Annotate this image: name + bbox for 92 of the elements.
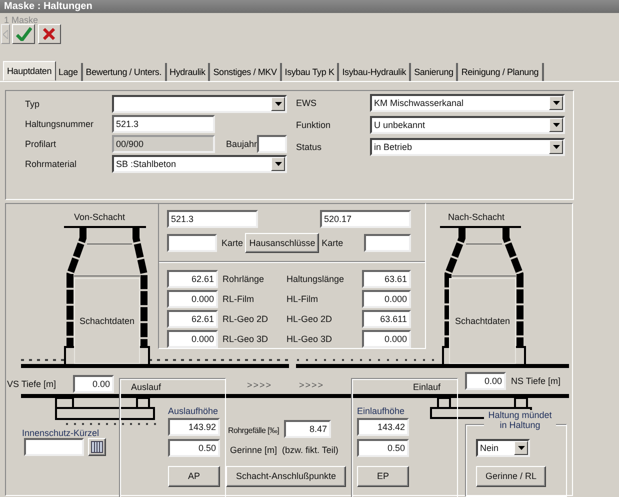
- number-field[interactable]: 0.000: [167, 330, 218, 348]
- number-field[interactable]: 143.92: [168, 418, 220, 436]
- point-button[interactable]: EP: [357, 466, 409, 487]
- grid-button[interactable]: [88, 438, 106, 456]
- checkmark-icon: [16, 27, 32, 41]
- field-label: Baujahr: [226, 138, 257, 150]
- number-field[interactable]: 0.50: [357, 439, 409, 457]
- connection-points-button[interactable]: Schacht-Anschlußpunkte: [226, 466, 346, 487]
- subtitle: 1 Maske: [3, 14, 40, 24]
- field-label: EWS: [296, 98, 318, 108]
- caret-icon: [552, 123, 560, 127]
- confirm-button[interactable]: [12, 24, 36, 44]
- field-label: Status: [296, 142, 323, 152]
- field-label: HL-Geo 2D: [286, 314, 332, 324]
- field-label: VS Tiefe [m]: [7, 379, 56, 390]
- text-field[interactable]: 521.3: [112, 115, 215, 133]
- field-label: Gerinne [m] (bzw. fikt. Teil): [230, 445, 338, 456]
- caret-icon: [552, 145, 560, 149]
- dropdown[interactable]: in Betrieb: [370, 138, 565, 156]
- field-label: Rohrlänge: [222, 274, 266, 284]
- tab[interactable]: Isybau-Hydraulik: [339, 63, 412, 81]
- number-field[interactable]: 0.000: [362, 330, 411, 348]
- tab[interactable]: Hauptdaten: [3, 61, 56, 81]
- field-label: NS Tiefe [m]: [511, 376, 561, 387]
- group-title: Einlauf: [413, 382, 441, 393]
- dropdown[interactable]: U unbekannt: [370, 116, 565, 134]
- field-label: HL-Film: [286, 294, 318, 304]
- number-field[interactable]: 0.50: [168, 439, 220, 457]
- field-label: HL-Geo 3D: [286, 334, 332, 344]
- dropdown[interactable]: Nein: [476, 439, 530, 457]
- left-arrow-icon: [3, 30, 8, 38]
- field-label: Einlaufhöhe: [357, 406, 405, 417]
- section-title: Von-Schacht: [74, 212, 126, 223]
- tab[interactable]: Reinigung / Planung: [458, 63, 544, 81]
- dropdown[interactable]: KM Mischwasserkanal: [370, 94, 565, 112]
- number-field[interactable]: 143.42: [357, 418, 409, 436]
- text-field[interactable]: [167, 234, 217, 252]
- field-label: Funktion: [296, 120, 332, 130]
- house-connections-button[interactable]: Hausanschlüsse: [245, 233, 320, 253]
- field-label: RL-Geo 3D: [222, 334, 270, 344]
- field-label: Rohrgefälle [‰]: [228, 426, 280, 436]
- section-title: Nach-Schacht: [448, 212, 505, 223]
- field-label: Profilart: [25, 138, 58, 150]
- point-button[interactable]: AP: [168, 466, 220, 487]
- number-field[interactable]: 0.00: [465, 372, 506, 390]
- grid-icon: [91, 441, 103, 453]
- number-field[interactable]: 63.611: [362, 310, 411, 328]
- tab[interactable]: Hydraulik: [166, 63, 210, 81]
- tab[interactable]: Sonstiges / MKV: [210, 63, 282, 81]
- number-field[interactable]: 8.47: [284, 420, 331, 438]
- caret-icon: [274, 102, 282, 106]
- field-label: Karte: [222, 238, 244, 248]
- window-title: Maske : Haltungen: [0, 0, 619, 13]
- dropdown[interactable]: [112, 95, 287, 113]
- gerinne-rl-button[interactable]: Gerinne / RL: [476, 466, 546, 487]
- group-title: Auslauf: [131, 382, 162, 393]
- tab[interactable]: Bewertung / Unters.: [82, 63, 167, 81]
- number-field[interactable]: 62.61: [167, 310, 218, 328]
- close-icon: [43, 28, 55, 40]
- field-label: Auslaufhöhe: [168, 406, 218, 417]
- shaft-data-button[interactable]: Schachtdaten: [449, 278, 516, 364]
- field-label: Typ: [25, 98, 41, 110]
- shaft-data-button[interactable]: Schachtdaten: [74, 278, 140, 364]
- text-field[interactable]: [364, 234, 411, 252]
- field-label: RL-Geo 2D: [222, 314, 270, 324]
- number-field[interactable]: 0.000: [167, 290, 218, 308]
- field-label: Rohrmaterial: [25, 158, 78, 170]
- field-label: Karte: [322, 238, 344, 248]
- text-field[interactable]: [257, 135, 287, 153]
- text-field[interactable]: [24, 438, 84, 456]
- field-label: Haltungslänge: [286, 274, 344, 284]
- field-label: RL-Film: [222, 294, 255, 304]
- field-label: Innenschutz-Kürzel: [22, 428, 100, 439]
- tab[interactable]: Sanierung: [411, 63, 458, 81]
- dropdown[interactable]: SB :Stahlbeton: [112, 155, 287, 173]
- field-label: Haltungsnummer: [25, 118, 95, 130]
- group-title: Haltung mündet in Haltung: [484, 410, 556, 431]
- flow-arrows: >>>>: [247, 380, 272, 391]
- caret-icon: [518, 446, 524, 450]
- cancel-button[interactable]: [38, 24, 60, 44]
- number-field[interactable]: 0.000: [362, 290, 411, 308]
- caret-icon: [552, 101, 560, 105]
- readonly-field: 00/900: [112, 135, 215, 153]
- number-field[interactable]: 63.61: [362, 270, 411, 288]
- number-field[interactable]: 0.00: [73, 375, 114, 393]
- text-field[interactable]: 521.3: [167, 210, 258, 228]
- text-field[interactable]: 520.17: [320, 210, 411, 228]
- caret-icon: [274, 162, 282, 166]
- flow-arrows: >>>>: [299, 380, 324, 391]
- tab[interactable]: Lage: [56, 63, 83, 81]
- number-field[interactable]: 62.61: [167, 270, 218, 288]
- tab[interactable]: Isybau Typ K: [282, 63, 340, 81]
